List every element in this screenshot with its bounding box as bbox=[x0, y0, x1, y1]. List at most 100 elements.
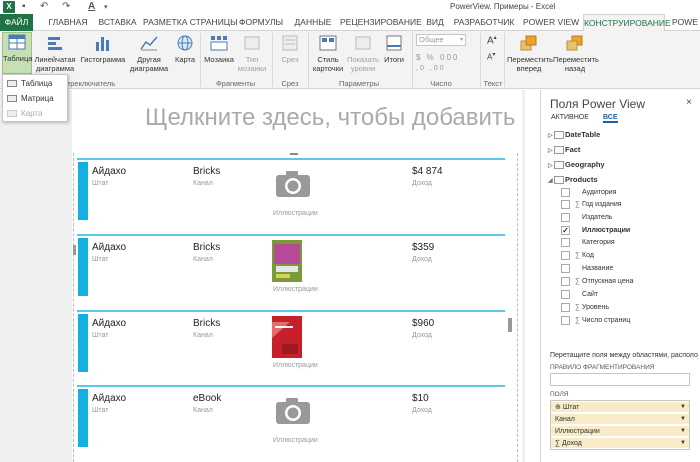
card-state-label: Штат bbox=[92, 180, 109, 187]
field-checkbox[interactable] bbox=[561, 302, 570, 312]
field-checkbox[interactable] bbox=[561, 315, 570, 325]
field-label: Аудитория bbox=[582, 189, 617, 196]
card-item[interactable]: Айдахо Штат Bricks Канал Иллюстрации $35… bbox=[77, 234, 505, 298]
tiles-button[interactable]: Мозаика bbox=[203, 34, 235, 64]
tab-home[interactable]: ГЛАВНАЯ bbox=[43, 14, 93, 31]
tab-active-fields[interactable]: АКТИВНОЕ bbox=[551, 114, 589, 121]
menu-item-table[interactable]: Таблица bbox=[3, 77, 67, 90]
resize-handle[interactable] bbox=[290, 153, 298, 155]
field-item[interactable]: Аудитория bbox=[561, 187, 616, 199]
slicer-button[interactable]: Срез bbox=[276, 34, 304, 64]
histogram-button[interactable]: Гистограмма bbox=[80, 34, 126, 64]
other-chart-button[interactable]: Другая диаграмма bbox=[128, 34, 170, 73]
field-label: Код bbox=[582, 252, 594, 259]
field-item[interactable]: ∑ Уровень bbox=[561, 302, 609, 314]
card-item[interactable]: Айдахо Штат eBook Канал Иллюстрации $10 … bbox=[77, 385, 505, 449]
show-levels-button[interactable]: Показать уровни bbox=[346, 34, 380, 73]
bring-forward-icon bbox=[520, 35, 537, 51]
number-format-buttons[interactable]: $ % 000 bbox=[416, 53, 459, 62]
save-icon[interactable]: ▪ bbox=[22, 1, 26, 12]
totals-button[interactable]: Итоги bbox=[381, 34, 407, 64]
line-chart-label: Линейчатая диаграмма bbox=[34, 55, 76, 73]
field-item[interactable]: ✓ Иллюстрации bbox=[561, 225, 630, 237]
separator bbox=[308, 33, 309, 87]
camera-icon bbox=[276, 398, 310, 424]
tab-insert[interactable]: ВСТАВКА bbox=[95, 14, 140, 31]
card-channel: Bricks bbox=[193, 318, 221, 329]
field-label: Название bbox=[582, 265, 614, 272]
field-well-item[interactable]: ∑ Доход ▼ bbox=[551, 438, 689, 449]
field-item[interactable]: ∑ Год издания bbox=[561, 199, 622, 211]
field-item[interactable]: ∑ Отпускная цена bbox=[561, 276, 634, 288]
field-checkbox[interactable] bbox=[561, 237, 570, 247]
card-item[interactable]: Айдахо Штат Bricks Канал Иллюстрации $4 … bbox=[77, 158, 505, 222]
card-accent-bar bbox=[78, 162, 88, 220]
number-format-select[interactable]: Общее ▾ bbox=[416, 34, 466, 46]
tab-page-layout[interactable]: РАЗМЕТКА СТРАНИЦЫ bbox=[143, 14, 238, 31]
field-item[interactable]: ∑ Код bbox=[561, 250, 594, 262]
font-grow-icon[interactable]: A▴ bbox=[487, 34, 497, 46]
font-color-icon[interactable]: A bbox=[88, 1, 95, 12]
window-title: PowerView. Примеры - Excel bbox=[450, 2, 556, 11]
redo-icon[interactable]: ↷ bbox=[62, 1, 70, 12]
tab-power-view[interactable]: POWER VIEW bbox=[523, 14, 579, 31]
send-back-button[interactable]: Переместить назад bbox=[553, 34, 599, 73]
field-item[interactable]: Категория bbox=[561, 237, 615, 249]
tab-review[interactable]: РЕЦЕНЗИРОВАНИЕ bbox=[340, 14, 422, 31]
undo-icon[interactable]: ↶ bbox=[40, 1, 48, 12]
line-chart-button[interactable]: Линейчатая диаграмма bbox=[33, 34, 77, 73]
card-item[interactable]: Айдахо Штат Bricks Канал Иллюстрации $96… bbox=[77, 310, 505, 374]
tab-view[interactable]: ВИД bbox=[424, 14, 446, 31]
field-checkbox[interactable] bbox=[561, 199, 570, 209]
field-item[interactable]: Издатель bbox=[561, 212, 612, 224]
table-node-fact[interactable]: ▷ Fact bbox=[548, 144, 580, 156]
qat-more-icon[interactable]: ▾ bbox=[104, 3, 108, 11]
resize-handle[interactable] bbox=[73, 245, 76, 255]
field-item[interactable]: Название bbox=[561, 263, 613, 275]
card-channel: Bricks bbox=[193, 242, 221, 253]
title-placeholder[interactable]: Щелкните здесь, чтобы добавить bbox=[145, 104, 515, 132]
tab-formulas[interactable]: ФОРМУЛЫ bbox=[237, 14, 285, 31]
map-label: Карта bbox=[174, 55, 196, 64]
tab-file[interactable]: ФАЙЛ bbox=[0, 14, 33, 31]
table-button[interactable]: Таблица bbox=[2, 32, 32, 74]
zone-fragment-label: ПРАВИЛО ФРАГМЕНТИРОВАНИЯ bbox=[550, 364, 655, 371]
separator bbox=[200, 33, 201, 87]
field-well-item[interactable]: Канал ▼ bbox=[551, 414, 689, 425]
field-checkbox-checked[interactable]: ✓ bbox=[561, 225, 570, 235]
field-well-item[interactable]: ⊕ Штат ▼ bbox=[551, 402, 689, 413]
map-button[interactable]: Карта bbox=[172, 34, 198, 64]
chevron-down-icon: ▼ bbox=[680, 416, 686, 422]
menu-item-matrix[interactable]: Матрица bbox=[3, 92, 67, 105]
tab-developer[interactable]: РАЗРАБОТЧИК bbox=[453, 14, 515, 31]
zone-fragment-drop[interactable] bbox=[550, 373, 690, 386]
tab-design[interactable]: КОНСТРУИРОВАНИЕ bbox=[583, 14, 671, 32]
menu-item-card[interactable]: Карта bbox=[3, 107, 67, 120]
field-item[interactable]: Сайт bbox=[561, 289, 598, 301]
table-node-geography[interactable]: ▷ Geography bbox=[548, 159, 605, 171]
tile-type-button[interactable]: Тип мозаики bbox=[236, 34, 268, 73]
decimal-buttons[interactable]: ,0 ,00 bbox=[416, 65, 446, 72]
tab-data[interactable]: ДАННЫЕ bbox=[293, 14, 333, 31]
field-checkbox[interactable] bbox=[561, 187, 570, 197]
ribbon: Таблица Линейчатая диаграмма Гистограмма… bbox=[0, 31, 700, 89]
scrollbar-thumb[interactable] bbox=[508, 318, 512, 332]
field-well-label: Штат bbox=[562, 404, 580, 411]
field-item[interactable]: ∑ Число страниц bbox=[561, 315, 630, 327]
field-checkbox[interactable] bbox=[561, 263, 570, 273]
table-node-datetable[interactable]: ▷ DateTable bbox=[548, 129, 600, 141]
table-node-products[interactable]: ◢ Products bbox=[548, 174, 598, 186]
field-checkbox[interactable] bbox=[561, 250, 570, 260]
card-style-button[interactable]: Стиль карточки bbox=[311, 34, 345, 73]
group-tiles-label: Фрагменты bbox=[215, 79, 256, 88]
close-icon[interactable]: × bbox=[686, 97, 692, 108]
field-checkbox[interactable] bbox=[561, 289, 570, 299]
field-checkbox[interactable] bbox=[561, 212, 570, 222]
tab-power-overflow[interactable]: POWE bbox=[670, 14, 700, 31]
font-shrink-icon[interactable]: A▾ bbox=[487, 51, 495, 62]
tab-all-fields[interactable]: ВСЕ bbox=[603, 114, 618, 123]
field-checkbox[interactable] bbox=[561, 276, 570, 286]
chevron-down-icon: ▾ bbox=[459, 37, 463, 43]
field-well-item[interactable]: Иллюстрации ▼ bbox=[551, 426, 689, 437]
bring-forward-button[interactable]: Переместить вперед bbox=[507, 34, 553, 73]
